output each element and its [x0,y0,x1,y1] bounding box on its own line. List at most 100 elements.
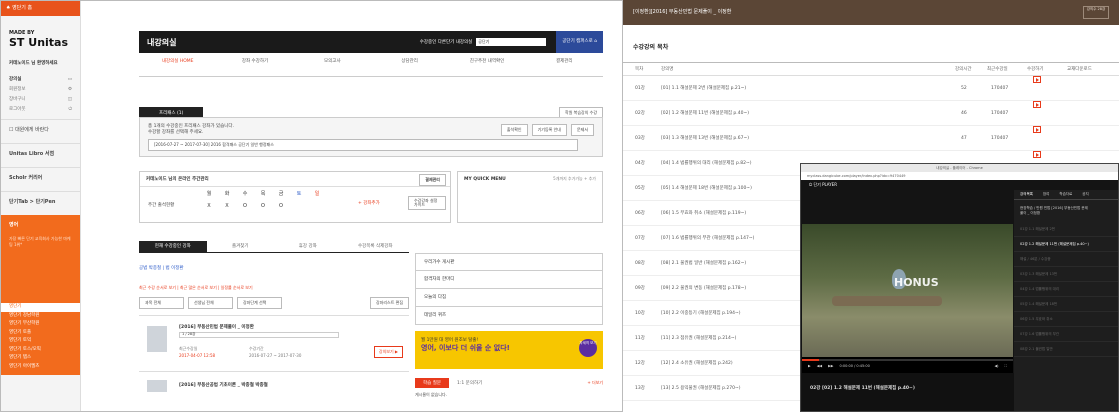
teacher-select[interactable]: 선생님 전체 [188,297,233,309]
tab-deleted[interactable]: 수강목록 삭제강좌 [342,241,410,252]
player-lecture-item[interactable]: 03강 1.3 해설문제 13번 [1014,267,1118,282]
player-controls: ▶ ◀◀ ▶▶ 0:00:00 / 0:45:00 ◀) ⛶ [802,357,1013,373]
lecture-row[interactable]: 03강 [03] 1.3 해설문제 13번 (해설문제집 p.67~) 47 1704… [623,126,1119,151]
tab-favorites[interactable]: 즐겨찾기 [207,241,275,252]
player-lecture-item[interactable]: 04강 1.4 법률행위의 대리 [1014,282,1118,297]
tab-join[interactable]: 참여 [1043,192,1049,197]
menu-item[interactable]: 영단기 아이엘츠 [9,363,72,372]
play-button[interactable] [1033,126,1041,133]
col-header: 강의시간 [955,67,972,72]
freepass-select[interactable]: [2016-07-27 ~ 2017-07-30] 2016 합격패스 공단기 … [148,139,578,151]
sidebar-item-cart[interactable]: 장바구니 ◫ [1,95,80,105]
page-title: 내강의실 [147,37,177,47]
lecture-row[interactable]: 01강 [01] 1.1 해설문제 2번 (해설문제집 p.21~) 52 17040… [623,76,1119,101]
freepass-tabbar: 프리패스 (1) 학원 복습강의 수강 [139,107,603,119]
play-button[interactable] [1033,76,1041,83]
play-button[interactable] [1033,151,1041,158]
lecture-no: 13강 [635,386,645,391]
subject-select[interactable]: 과목 전체 [139,297,184,309]
play-icon[interactable]: ▶ [808,364,811,368]
tab-lecture[interactable]: 강좌 수강하기 [216,53,293,76]
tab-pen-link[interactable]: 단기Tab > 단기Pen [1,191,80,211]
weekly-manage-button[interactable]: 결제관리 [419,174,446,186]
course-title[interactable]: [2016] 부동산공법 기초이론 _ 박종철 박종철 [179,382,268,388]
lecture-no: 10강 [635,311,645,316]
tab-study-question[interactable]: 학습 질문 [415,377,449,388]
view-lecture-button[interactable]: 강의보기 ▶ [373,346,403,358]
menu-item[interactable]: 영단기 토익 [9,337,72,346]
menu-item[interactable]: 영단기 [1,303,80,312]
feedback-link[interactable]: ☐ 대원에게 바란다 [1,119,80,139]
menu-item[interactable]: 영단기 부산학원 [9,320,72,329]
day-cell: 토 [296,191,302,197]
player-lecture-item[interactable]: 02강 1.2 해설문제 11번 (해설문제집 p.40~) [1014,237,1118,252]
menu-item[interactable]: 영단기 토스/오픽 [9,346,72,355]
menu-item[interactable]: 영단기 토플 [9,329,72,338]
play-button[interactable] [1033,101,1041,108]
english-promo[interactable]: 영어 가장 빠른 단기 교육회사 가능한 마케팅 1위* [1,215,80,303]
rewind-icon[interactable]: ◀◀ [817,364,822,368]
quick-menu-box: MY QUICK MENU 5개까지 추가가능 + 추가 [457,171,603,223]
add-lecture-button[interactable]: + 강좌추가 [358,200,380,206]
goto-campus-button[interactable]: 공단기 캠퍼스로 ⌂ [556,31,603,53]
player-lecture-item[interactable]: 06강 1.5 무효와 취소 [1014,312,1118,327]
sidebar-item-member[interactable]: 회원정보 ⚙ [1,85,80,95]
scholar-link[interactable]: Scholr 커리어 [1,167,80,187]
fullscreen-icon[interactable]: ⛶ [1005,364,1007,368]
volume-icon[interactable]: ◀) [994,364,998,368]
home-link[interactable]: ♠ 영단기 홈 [1,1,80,16]
side-link[interactable]: 우리가수 게시판 [415,253,603,271]
tab-lecture-list[interactable]: 강의목록 [1020,192,1033,197]
tab-current-lectures[interactable]: 현재 수강중인 강좌 [139,241,207,252]
lecture-time: 52 [961,86,967,91]
tab-counsel[interactable]: 상담관리 [371,53,448,76]
player-lecture-item[interactable]: 해설 / 46분 / 수강중 [1014,252,1118,267]
edit-list-button[interactable]: 강좌리스트 편집 [369,297,409,309]
lecture-name: [04] 1.4 법률행위의 대리 (해설문제집 p.82~) [661,161,752,166]
tab-payment[interactable]: 결제관리 [526,53,603,76]
sidebar-item-logout[interactable]: 로그아웃 ⏻ [1,105,80,115]
guide-button[interactable]: 수강강좌 설정 가이드 [408,196,446,210]
weekly-attendance-box: 커테노이드 님의 온라인 주간관리 결제관리 주간 출석현황 월X 화X 수O 목… [139,171,451,223]
forward-icon[interactable]: ▶▶ [828,364,833,368]
course-title[interactable]: [2016] 부동산민법 문제풀이 _ 이정환 [179,324,254,330]
level-select[interactable]: 강좌단계 선택 [237,297,282,309]
video-area[interactable]: HONUS [802,224,1013,357]
lecture-name: [05] 1.4 해설문제 18번 (해설문제집 p.100~) [661,186,752,191]
quick-menu-add[interactable]: 5개까지 추가가능 + 추가 [553,176,596,182]
lecture-row[interactable]: 02강 [02] 1.2 해설문제 11번 (해설문제집 p.40~) 46 1704… [623,101,1119,126]
more-link[interactable]: + 더보기 [587,380,603,386]
tab-home[interactable]: 내강의실 HOME [139,53,216,76]
banner-detail-button[interactable]: 자세히 보기 [579,339,597,357]
classroom-select[interactable]: 공단기 [476,38,547,46]
player-lecture-item[interactable]: 01강 1.1 해설문제 2번 [1014,222,1118,237]
libro-link[interactable]: Unitas Libro 서점 [1,143,80,163]
sidebar-item-classroom[interactable]: 강의실 ▭ [1,75,80,85]
lecture-filter[interactable]: 공법 박종철 | 법 이정환 [139,265,409,271]
player-lecture-item[interactable]: 08강 2.1 물권법 일반 [1014,342,1118,357]
tab-notice[interactable]: 공지 [1082,192,1088,197]
my-classroom-window: ♠ 영단기 홈 MADE BY ST Unitas 커테노이드 님 환영하세요 … [0,0,623,412]
device-register-button[interactable]: 기기등록 안내 [531,124,567,136]
tab-referral[interactable]: 친구추천 내역확인 [448,53,525,76]
qa-empty: 게시물이 없습니다. [415,392,447,397]
tab-mock-exam[interactable]: 모의고사 [294,53,371,76]
lecture-no: 01강 [635,86,645,91]
tab-paused[interactable]: 휴강 강좌 [274,241,342,252]
side-link[interactable]: 오늘의 다짐 [415,289,603,307]
attendance-button[interactable]: 출석확인 [500,124,528,136]
english-banner[interactable]: 월 1만원 대 영어 원조보 탈출! 영어, 이보다 더 쉬울 순 없다! 자세… [415,331,603,369]
menu-item[interactable]: 영단기 텝스 [9,354,72,363]
question-book-button[interactable]: 문제서 [570,124,594,136]
lecture-sort[interactable]: 최근 수강 순서로 보기 | 최근 많은 순서로 보기 | 일정률 순서로 보기 [139,285,409,291]
site-menu: 영단기 영단기 강남학원 영단기 부산학원 영단기 토플 영단기 토익 영단기 … [1,303,80,375]
side-link[interactable]: 합격자의 한마디 [415,271,603,289]
menu-item[interactable]: 영단기 강남학원 [9,312,72,321]
player-lecture-item[interactable]: 05강 1.4 해설문제 18번 [1014,297,1118,312]
player-lecture-item[interactable]: 07강 1.6 법률행위의 부관 [1014,327,1118,342]
side-link[interactable]: 데일리 퀴즈 [415,307,603,325]
tab-materials[interactable]: 학습자료 [1059,192,1072,197]
tab-inquiry[interactable]: 1:1 문의하기 [449,378,490,388]
course-item: [2016] 부동산민법 문제풀이 _ 이정환 1 / 28강 최근수강일 20… [139,315,409,371]
lecture-time: 47 [961,136,967,141]
